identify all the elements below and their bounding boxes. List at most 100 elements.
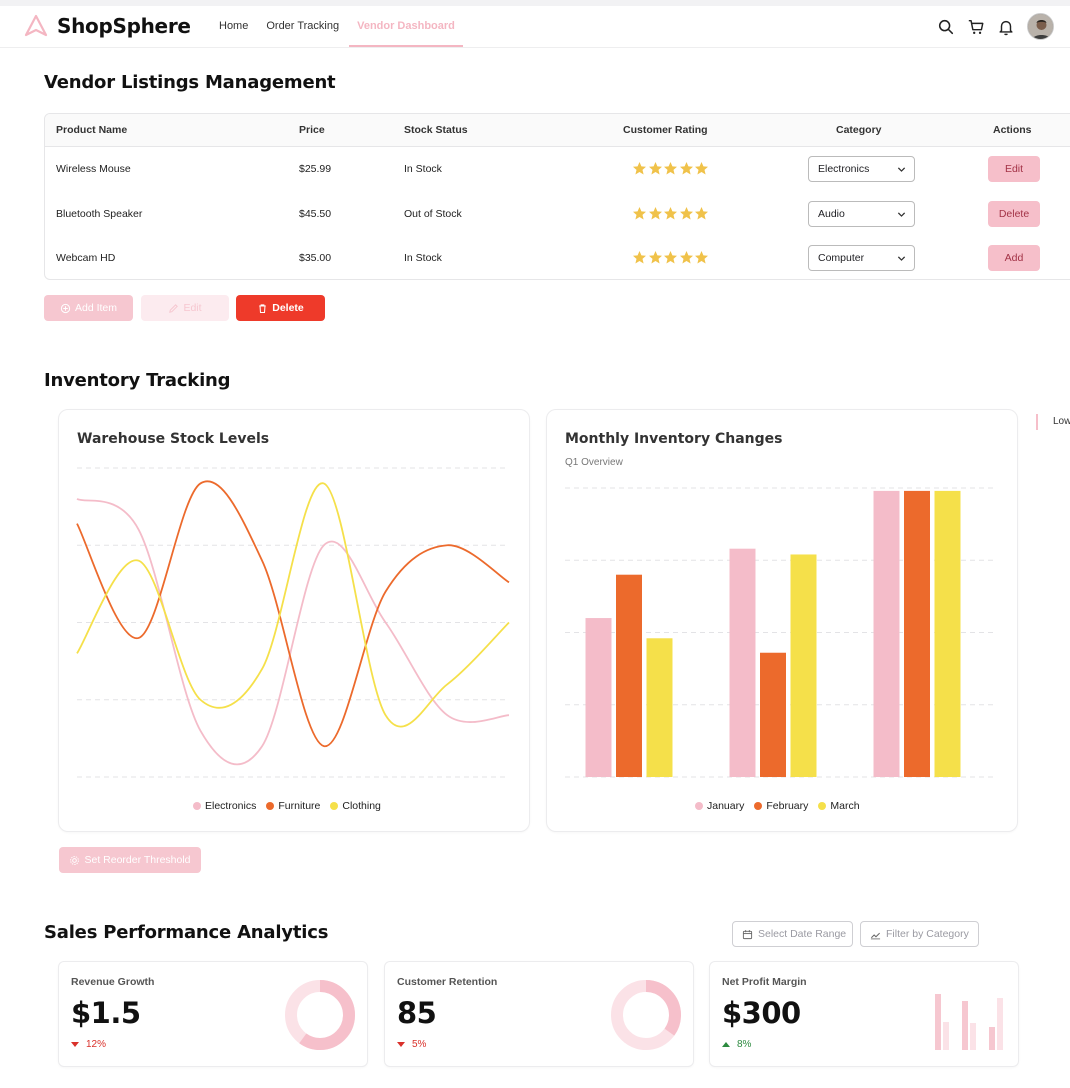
- search-icon[interactable]: [937, 18, 955, 36]
- row-add-button[interactable]: Add: [988, 245, 1040, 271]
- legend-dot: [330, 802, 339, 810]
- chevron-down-icon: [897, 167, 906, 172]
- logo[interactable]: ShopSphere: [24, 14, 191, 38]
- nav-order-tracking[interactable]: Order Tracking: [266, 6, 339, 46]
- series-line-electronics: [76, 498, 510, 766]
- sparkbar: [997, 998, 1003, 1050]
- monthly-bar-chart: [565, 487, 997, 778]
- add-item-label: Add Item: [74, 302, 118, 314]
- star-shape: [695, 206, 708, 219]
- series-line-clothing: [76, 482, 510, 728]
- trash-icon: [259, 303, 266, 313]
- legend-item-electronics[interactable]: Electronics: [193, 800, 256, 812]
- avatar[interactable]: [1027, 13, 1054, 40]
- star-shape: [648, 162, 662, 175]
- legend-label: February: [766, 800, 809, 812]
- product-price: $25.99: [299, 163, 332, 175]
- category-select[interactable]: Electronics: [808, 156, 915, 182]
- legend-dot: [818, 802, 827, 810]
- filter-category-label: Filter by Category: [886, 928, 969, 940]
- kpi-value: 85: [397, 996, 437, 1030]
- sparkbar: [962, 1001, 968, 1050]
- sparkbar: [943, 1022, 949, 1050]
- navbar: ShopSphere Home Order Tracking Vendor Da…: [0, 6, 1070, 48]
- category-select[interactable]: Computer: [808, 245, 915, 271]
- star-shape: [664, 162, 677, 175]
- star-shape: [648, 206, 662, 219]
- add-item-button[interactable]: Add Item: [44, 295, 133, 321]
- star-icon: [695, 162, 708, 175]
- rating-stars: [632, 250, 710, 265]
- rating-stars: [632, 161, 710, 176]
- bar-january: [873, 490, 900, 777]
- revenue-donut: [285, 980, 355, 1050]
- table-header: Product Name Price Stock Status Customer…: [45, 114, 1070, 147]
- series-line-furniture: [76, 480, 510, 747]
- row-edit-button[interactable]: Edit: [988, 156, 1040, 182]
- legend-item-march[interactable]: March: [818, 800, 860, 812]
- product-name: Bluetooth Speaker: [56, 207, 143, 220]
- legend-item-january[interactable]: January: [695, 800, 744, 812]
- col-category[interactable]: Category: [836, 114, 882, 147]
- cart-icon[interactable]: [967, 18, 985, 36]
- col-price[interactable]: Price: [299, 114, 325, 147]
- bar-february: [760, 652, 786, 777]
- star-icon: [679, 162, 693, 175]
- bar-january: [585, 618, 612, 777]
- star-icon: [664, 251, 677, 264]
- star-icon: [648, 251, 662, 264]
- trend-down-icon: [71, 1042, 79, 1047]
- star-shape: [679, 251, 693, 264]
- set-reorder-threshold-button[interactable]: Set Reorder Threshold: [59, 847, 201, 873]
- pencil-icon: [169, 303, 179, 313]
- kpi-value: $1.5: [71, 996, 141, 1030]
- kpi-delta-value: 12%: [86, 1039, 107, 1050]
- col-customer-rating[interactable]: Customer Rating: [623, 114, 708, 147]
- app-name: ShopSphere: [57, 14, 191, 38]
- nav-home[interactable]: Home: [219, 6, 248, 46]
- legend-label: Furniture: [278, 800, 321, 812]
- legend-dot: [266, 802, 275, 810]
- star-shape: [695, 251, 708, 264]
- col-product-name[interactable]: Product Name: [56, 114, 127, 147]
- legend-item-clothing[interactable]: Clothing: [330, 800, 381, 812]
- legend-item-february[interactable]: February: [754, 800, 808, 812]
- delete-label: Delete: [272, 302, 304, 314]
- legend-item-furniture[interactable]: Furniture: [266, 800, 320, 812]
- plus-icon: [60, 303, 71, 313]
- category-select[interactable]: Audio: [808, 200, 915, 227]
- row-delete-button[interactable]: Delete: [988, 200, 1040, 227]
- kpi-label: Revenue Growth: [71, 976, 155, 988]
- table-row: Wireless Mouse $25.99 In Stock Electroni…: [45, 147, 1070, 192]
- legend-dot: [193, 802, 201, 810]
- date-range-button[interactable]: Select Date Range: [732, 921, 853, 947]
- threshold-label: Set Reorder Threshold: [84, 854, 191, 866]
- warehouse-stock-card: Warehouse Stock Levels Electronics Furni…: [58, 409, 530, 832]
- star-shape: [664, 206, 677, 219]
- star-icon: [664, 206, 677, 219]
- edit-label: Edit: [183, 302, 202, 314]
- star-shape: [633, 162, 646, 175]
- bar-chart-legend: January February March: [695, 800, 870, 812]
- category-value: Audio: [818, 207, 845, 220]
- legend-dot: [695, 802, 703, 810]
- col-stock-status[interactable]: Stock Status: [404, 114, 468, 147]
- stock-status: In Stock: [404, 163, 442, 175]
- star-shape: [633, 251, 646, 264]
- edit-button[interactable]: Edit: [141, 295, 229, 321]
- star-icon: [648, 206, 662, 219]
- chevron-down-icon: [897, 256, 906, 261]
- star-shape: [633, 206, 646, 219]
- product-price: $35.00: [299, 252, 332, 264]
- star-shape: [664, 251, 677, 264]
- kpi-value: $300: [722, 996, 801, 1030]
- delete-button[interactable]: Delete: [236, 295, 325, 321]
- gear-icon: [70, 855, 80, 865]
- bell-icon[interactable]: [997, 18, 1015, 36]
- table-row: Bluetooth Speaker $45.50 Out of Stock Au…: [45, 192, 1070, 237]
- sales-title: Sales Performance Analytics: [44, 922, 329, 943]
- filter-category-button[interactable]: Filter by Category: [860, 921, 979, 947]
- table-row: Webcam HD $35.00 In Stock Computer Add: [45, 236, 1070, 279]
- nav-vendor-dashboard[interactable]: Vendor Dashboard: [349, 6, 463, 47]
- star-shape: [679, 206, 693, 219]
